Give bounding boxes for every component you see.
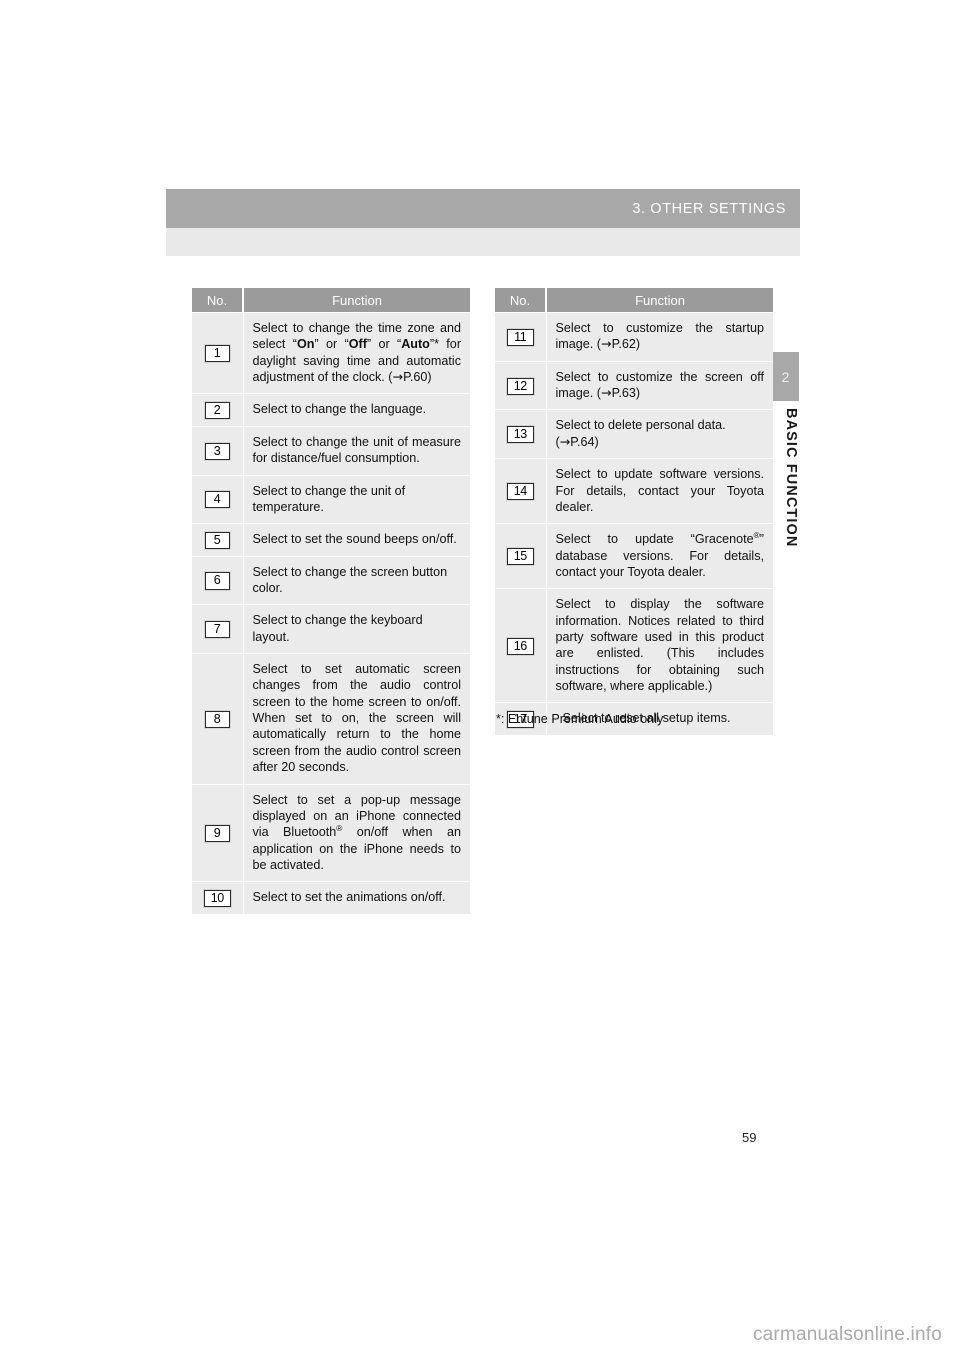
function-description: Select to change the unit of measure for… xyxy=(252,434,462,466)
table-row: 15 Select to update “Gracenote®” database… xyxy=(495,523,773,590)
table-row: 6 Select to change the screen button colo… xyxy=(192,556,470,606)
page-header-title: 3. OTHER SETTINGS xyxy=(632,200,786,217)
row-function-cell: Select to delete personal data. (→P.64) xyxy=(546,409,773,460)
page-number: 59 xyxy=(742,1130,757,1145)
function-description: Select to set automatic screen changes f… xyxy=(252,662,462,775)
row-number-cell: 11 xyxy=(495,312,547,362)
table-body-right: 11 Select to customize the startup image.… xyxy=(495,312,773,735)
table-header-row: No. Function xyxy=(192,288,470,313)
table-row: 4 Select to change the unit of temperatur… xyxy=(192,475,470,525)
function-table-left: No. Function 1 Select to change the time … xyxy=(192,288,470,914)
row-number-cell: 15 xyxy=(495,523,547,590)
row-function-cell: Select to change the unit of temperature… xyxy=(243,475,470,525)
row-function-cell: Select to change the screen button color… xyxy=(243,556,470,606)
row-function-cell: Select to set automatic screen changes f… xyxy=(243,653,470,785)
table-row: 7 Select to change the keyboard layout. xyxy=(192,604,470,655)
number-badge: 3 xyxy=(204,442,230,460)
row-number-cell: 3 xyxy=(192,426,244,476)
function-description: Select to customize the startup image. (… xyxy=(555,321,765,352)
row-number-cell: 1 xyxy=(192,312,244,395)
function-description: Select to display the software informati… xyxy=(555,597,765,694)
number-badge: 7 xyxy=(204,621,230,639)
row-function-cell: Select to customize the screen off image… xyxy=(546,361,773,411)
function-table-right: No. Function 11 Select to customize the s… xyxy=(495,288,773,735)
row-function-cell: Select to change the language. xyxy=(243,393,470,427)
table-row: 1 Select to change the time zone and sele… xyxy=(192,312,470,395)
function-description: Select to set the animations on/off. xyxy=(252,890,446,905)
table-row: 2 Select to change the language. xyxy=(192,393,470,427)
page-header-bar: 3. OTHER SETTINGS xyxy=(166,189,800,228)
row-function-cell: Select to set the sound beeps on/off. xyxy=(243,523,470,557)
table-row: 11 Select to customize the startup image.… xyxy=(495,312,773,362)
function-description: Select to set the sound beeps on/off. xyxy=(252,532,457,547)
row-function-cell: Select to change the unit of measure for… xyxy=(243,426,470,476)
table-row: 16 Select to display the software informa… xyxy=(495,588,773,704)
row-number-cell: 14 xyxy=(495,458,547,525)
number-badge: 13 xyxy=(506,426,534,444)
function-description: Select to set a pop-up message displayed… xyxy=(252,792,462,872)
row-function-cell: Select to set the animations on/off. xyxy=(243,881,470,914)
function-description: Select to change the language. xyxy=(252,402,427,417)
table-row: 12 Select to customize the screen off ima… xyxy=(495,361,773,411)
row-function-cell: Select to customize the startup image. (… xyxy=(546,312,773,362)
row-number-cell: 7 xyxy=(192,604,244,655)
row-number-cell: 2 xyxy=(192,393,244,427)
function-description: Select to change the time zone and selec… xyxy=(252,321,462,385)
number-badge: 16 xyxy=(506,637,534,655)
row-number-cell: 13 xyxy=(495,409,547,460)
table-row: 10 Select to set the animations on/off. xyxy=(192,881,470,914)
function-description: Select to customize the screen off image… xyxy=(555,369,765,401)
column-header-function: Function xyxy=(243,288,470,313)
chapter-tab-label: BASIC FUNCTION xyxy=(783,408,799,548)
number-badge: 14 xyxy=(506,483,534,501)
chapter-tab-number: 2 xyxy=(772,352,799,401)
number-badge: 5 xyxy=(204,531,230,549)
row-number-cell: 6 xyxy=(192,556,244,606)
table-row: 14 Select to update software versions. Fo… xyxy=(495,458,773,525)
row-function-cell: Select to change the time zone and selec… xyxy=(243,312,470,395)
table-row: 9 Select to set a pop-up message displaye… xyxy=(192,784,470,883)
footnote: *: Entune Premium Audio only xyxy=(496,712,664,726)
table-body-left: 1 Select to change the time zone and sele… xyxy=(192,312,470,914)
function-description: Select to update “Gracenote®” database v… xyxy=(555,530,765,579)
function-description: Select to delete personal data. (→P.64) xyxy=(555,418,726,449)
row-function-cell: Select to display the software informati… xyxy=(546,588,773,704)
number-badge: 10 xyxy=(203,889,231,908)
column-header-no: No. xyxy=(192,288,244,313)
function-description: Select to update software versions. For … xyxy=(555,467,765,514)
column-header-no: No. xyxy=(495,288,547,313)
row-function-cell: Select to update “Gracenote®” database v… xyxy=(546,523,773,590)
number-badge: 9 xyxy=(204,824,230,842)
number-badge: 4 xyxy=(204,491,230,509)
table-row: 5 Select to set the sound beeps on/off. xyxy=(192,523,470,557)
table-header-row: No. Function xyxy=(495,288,773,313)
row-number-cell: 12 xyxy=(495,361,547,411)
function-description: Select to change the keyboard layout. xyxy=(252,613,423,644)
page-header-subbar xyxy=(166,228,800,256)
number-badge: 2 xyxy=(204,402,230,420)
row-function-cell: Select to change the keyboard layout. xyxy=(243,604,470,655)
function-description: Select to change the screen button color… xyxy=(252,564,448,595)
row-function-cell: Select to update software versions. For … xyxy=(546,458,773,525)
row-number-cell: 8 xyxy=(192,653,244,785)
number-badge: 6 xyxy=(204,572,230,590)
function-description: Select to change the unit of temperature… xyxy=(252,483,406,514)
row-number-cell: 16 xyxy=(495,588,547,704)
row-function-cell: Select to set a pop-up message displayed… xyxy=(243,784,470,883)
number-badge: 15 xyxy=(506,548,534,566)
number-badge: 8 xyxy=(204,710,230,728)
table-row: 8 Select to set automatic screen changes … xyxy=(192,653,470,785)
row-number-cell: 4 xyxy=(192,475,244,525)
table-row: 3 Select to change the unit of measure fo… xyxy=(192,426,470,476)
row-number-cell: 10 xyxy=(192,881,244,914)
row-number-cell: 9 xyxy=(192,784,244,883)
column-header-function: Function xyxy=(546,288,773,313)
number-badge: 12 xyxy=(506,377,534,395)
number-badge: 1 xyxy=(204,345,230,363)
row-number-cell: 5 xyxy=(192,523,244,557)
table-row: 13 Select to delete personal data. (→P.64… xyxy=(495,409,773,460)
number-badge: 11 xyxy=(506,328,534,346)
site-watermark: carmanualsonline.info xyxy=(752,1324,942,1345)
